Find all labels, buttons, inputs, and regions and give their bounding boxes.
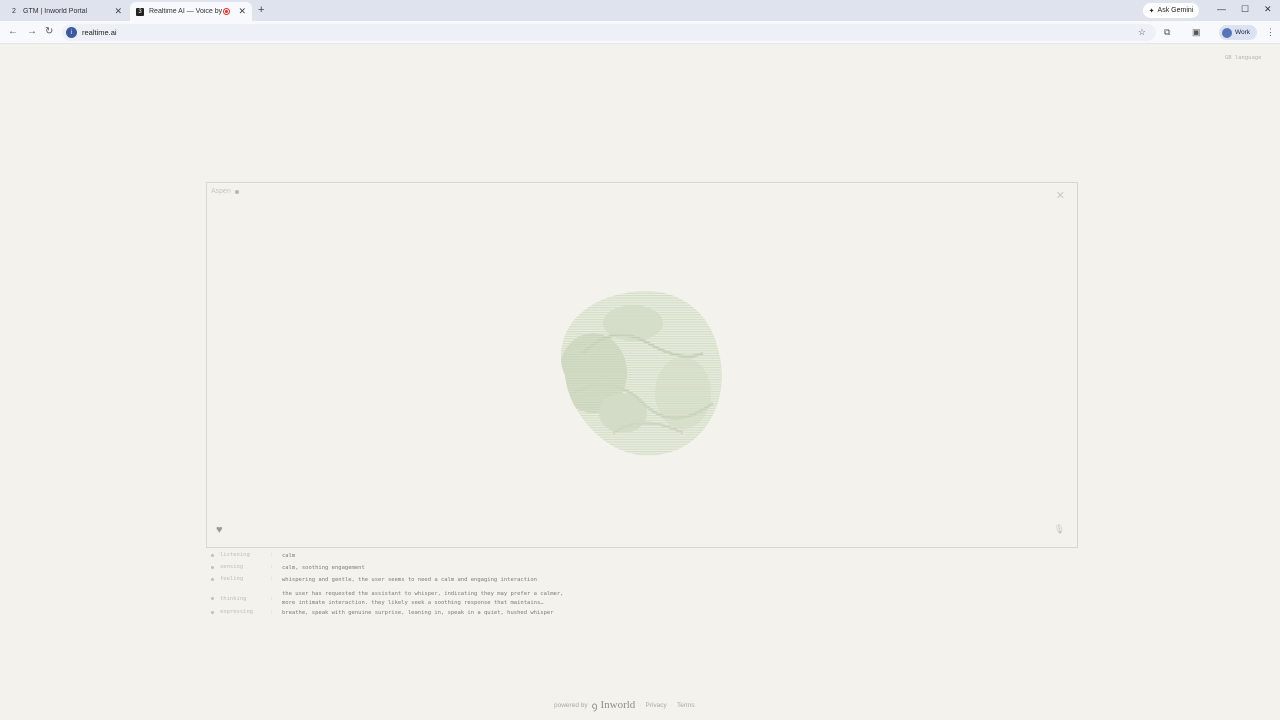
voice-agent-panel: Aspen ✕ ♥ 🎙: [206, 182, 1078, 548]
language-selector[interactable]: GB language: [1225, 55, 1261, 61]
footer-separator: ·: [670, 701, 673, 709]
gemini-sparkle-icon: ✦: [1148, 7, 1155, 15]
inworld-brand-text: Inworld: [600, 699, 636, 711]
agent-header: Aspen: [211, 188, 239, 195]
maximize-icon[interactable]: ☐: [1241, 4, 1249, 15]
voice-orb-visualizer: [560, 290, 722, 456]
state-separator: :: [270, 564, 274, 570]
state-value-line: more intimate interaction. they likely s…: [282, 599, 544, 606]
state-separator: :: [270, 609, 274, 615]
footer: powered by ꝯ Inworld · Privacy · Terms: [554, 698, 695, 712]
close-tab-icon[interactable]: ✕: [238, 6, 246, 17]
state-value: calm: [282, 553, 296, 559]
new-tab-button[interactable]: +: [258, 4, 264, 16]
powered-by-text: powered by: [554, 701, 588, 709]
state-dot: [211, 611, 214, 614]
profile-button[interactable]: Work: [1219, 25, 1257, 40]
inworld-favicon-icon: 2: [12, 8, 16, 15]
tab-realtime-ai[interactable]: 3 Realtime AI — Voice by Inw ✕: [130, 2, 252, 21]
tab-title: GTM | Inworld Portal: [23, 8, 88, 15]
minimize-icon[interactable]: —: [1217, 4, 1226, 14]
state-dot: [211, 578, 214, 581]
privacy-link[interactable]: Privacy: [645, 702, 666, 709]
tab-gtm-inworld-portal[interactable]: 2 GTM | Inworld Portal ✕: [4, 2, 128, 21]
state-dot: [211, 566, 214, 569]
agent-name: Aspen: [211, 188, 231, 195]
state-row-thinking: thinking : the user has requested the as…: [211, 588, 563, 609]
state-value: calm, soothing engagement: [282, 565, 365, 571]
extensions-puzzle-icon[interactable]: ⧉: [1164, 27, 1170, 38]
address-bar[interactable]: i realtime.ai ☆: [62, 24, 1156, 41]
site-info-icon[interactable]: i: [66, 27, 77, 38]
realtime-favicon-icon: 3: [136, 7, 144, 16]
close-icon[interactable]: ✕: [1056, 189, 1065, 202]
state-separator: :: [270, 576, 274, 582]
url-text: realtime.ai: [82, 28, 117, 37]
browser-tab-strip: 2 GTM | Inworld Portal ✕ 3 Realtime AI —…: [0, 0, 1280, 21]
state-value: breathe, speak with genuine surprise, le…: [282, 610, 554, 616]
inworld-mark-icon: ꝯ: [591, 701, 598, 712]
state-value: the user has requested the assistant to …: [282, 590, 563, 608]
microphone-icon[interactable]: 🎙: [1054, 524, 1065, 535]
state-row-feeling: feeling : whispering and gentle, the use…: [211, 576, 563, 588]
state-label: sensing: [220, 564, 244, 570]
profile-label: Work: [1235, 29, 1251, 36]
state-row-sensing: sensing : calm, soothing engagement: [211, 564, 563, 576]
state-label: feeling: [220, 576, 244, 582]
state-dot: [211, 597, 214, 600]
state-separator: :: [270, 595, 274, 602]
inworld-logo[interactable]: ꝯ Inworld: [592, 698, 636, 712]
agent-status-dot: [234, 189, 239, 194]
terms-link[interactable]: Terms: [677, 702, 695, 709]
state-label: thinking: [220, 595, 247, 602]
media-controls-icon[interactable]: ▣: [1192, 27, 1201, 38]
state-row-expressing: expressing : breathe, speak with genuine…: [211, 609, 563, 621]
heart-icon[interactable]: ♥: [216, 524, 223, 536]
forward-arrow-icon[interactable]: →: [27, 26, 37, 37]
reload-icon[interactable]: ↻: [45, 26, 53, 37]
bookmark-star-icon[interactable]: ☆: [1138, 27, 1146, 38]
recording-indicator-icon: [223, 8, 231, 15]
agent-state-list: listening : calm sensing : calm, soothin…: [211, 552, 563, 621]
footer-separator: ·: [639, 701, 642, 709]
ask-gemini-label: Ask Gemini: [1157, 7, 1194, 14]
menu-kebab-icon[interactable]: ⋮: [1266, 27, 1275, 38]
avatar: [1222, 27, 1232, 38]
state-separator: :: [270, 552, 274, 558]
tab-title: Realtime AI — Voice by Inw: [149, 8, 223, 15]
close-tab-icon[interactable]: ✕: [114, 6, 122, 17]
state-row-listening: listening : calm: [211, 552, 563, 564]
state-label: listening: [220, 552, 250, 558]
browser-toolbar: ← → ↻ i realtime.ai ☆ ⧉ ▣ Work ⋮: [0, 21, 1280, 44]
close-window-icon[interactable]: ✕: [1264, 4, 1272, 15]
state-dot: [211, 554, 214, 557]
state-label: expressing: [220, 609, 254, 615]
state-value-line: the user has requested the assistant to …: [282, 590, 564, 597]
state-value: whispering and gentle, the user seems to…: [282, 577, 537, 583]
back-arrow-icon[interactable]: ←: [8, 26, 18, 37]
ask-gemini-button[interactable]: ✦ Ask Gemini: [1143, 3, 1199, 18]
